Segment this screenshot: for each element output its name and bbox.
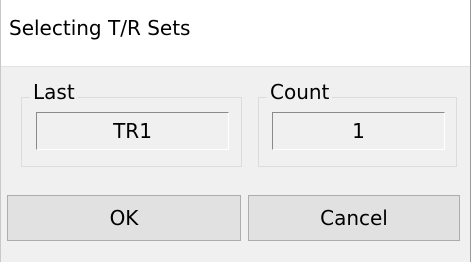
count-value-field: 1	[272, 112, 445, 150]
dialog-client-area: Last TR1 Count 1 OK Cancel	[1, 66, 470, 262]
window-title: Selecting T/R Sets	[9, 16, 191, 40]
count-group-label: Count	[267, 82, 333, 102]
last-group-box: Last TR1	[21, 82, 242, 167]
last-value-field: TR1	[36, 112, 229, 150]
ok-button[interactable]: OK	[7, 195, 241, 241]
cancel-button[interactable]: Cancel	[248, 195, 460, 241]
count-group-box: Count 1	[258, 82, 457, 167]
last-group-label: Last	[30, 82, 78, 102]
selecting-tr-sets-dialog: Selecting T/R Sets Last TR1 Count 1 OK C…	[0, 0, 471, 262]
title-bar[interactable]: Selecting T/R Sets	[1, 0, 470, 66]
